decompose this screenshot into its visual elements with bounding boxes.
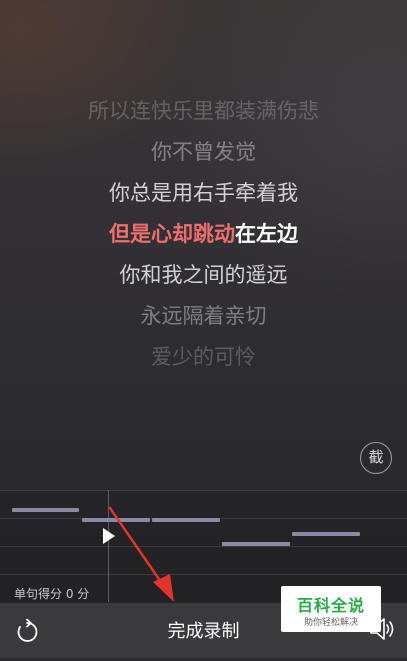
lyric-sung-part: 但是心却跳动 [109, 222, 235, 246]
pitch-note [152, 518, 220, 522]
pitch-cursor-line [108, 490, 109, 602]
lyric-line-5: 你和我之间的遥远 [119, 263, 288, 287]
pitch-grid-line [0, 546, 407, 547]
lyric-line-2: 你不曾发觉 [151, 140, 256, 164]
watermark-subtitle: 助你轻松解决 [303, 618, 358, 628]
pitch-note [82, 518, 150, 522]
pitch-grid-line [0, 490, 407, 491]
pitch-grid-line [0, 574, 407, 575]
crop-button[interactable]: 截 [360, 442, 392, 474]
lyric-line-1: 所以连快乐里都装满伤悲 [88, 99, 319, 123]
lyric-line-3: 你总是用右手牵着我 [109, 181, 298, 205]
watermark-logo: 百科全说 助你轻松解决 [281, 586, 381, 632]
pitch-note [12, 508, 79, 512]
sentence-score: 单句得分 0 分 [14, 587, 90, 601]
lyric-current-line: 但是心却跳动在左边 [0, 218, 407, 248]
lyric-unsung-part: 在左边 [235, 222, 298, 246]
pitch-note [222, 542, 290, 546]
lyric-line-6: 永远隔着亲切 [140, 304, 267, 328]
pitch-note [292, 532, 360, 536]
watermark-title: 百科全说 [296, 596, 365, 615]
play-icon[interactable] [103, 528, 115, 544]
lyric-line-7: 爱少的可怜 [151, 345, 256, 369]
